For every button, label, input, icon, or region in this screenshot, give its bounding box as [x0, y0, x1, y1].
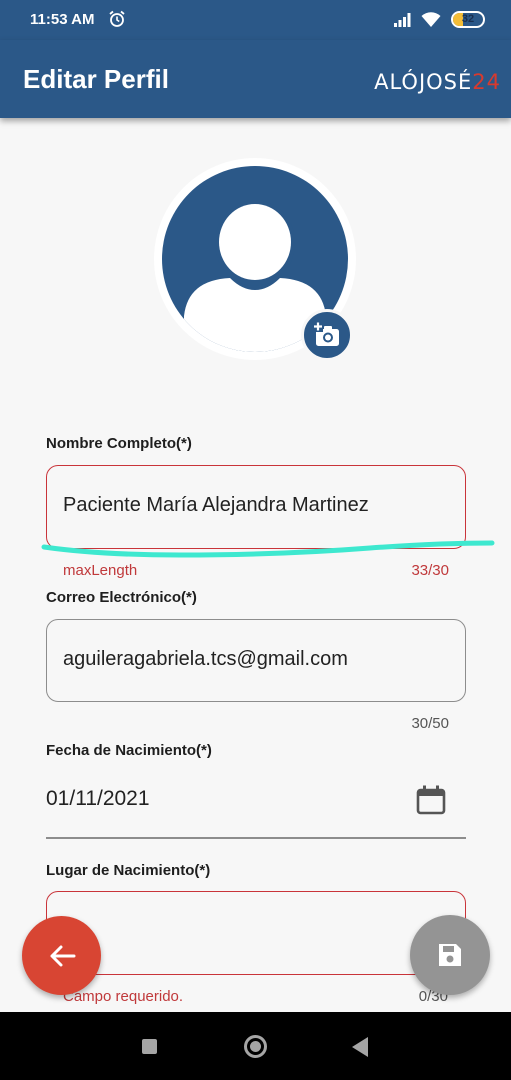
- full-name-label: Nombre Completo(*): [46, 435, 192, 452]
- save-icon: [439, 944, 461, 966]
- email-value: aguileragabriela.tcs@gmail.com: [63, 648, 348, 670]
- nav-back-icon[interactable]: [352, 1037, 368, 1057]
- status-bar: 11:53 AM 32: [0, 0, 511, 40]
- birth-date-label: Fecha de Nacimiento(*): [46, 742, 212, 759]
- logo-number: 24: [472, 70, 501, 94]
- birth-place-error: Campo requerido.: [63, 988, 184, 1005]
- status-time: 11:53 AM: [30, 11, 95, 28]
- signal-icon: [394, 13, 411, 27]
- battery-icon: 32: [451, 11, 485, 28]
- full-name-counter: 33/30: [411, 562, 449, 579]
- add-photo-icon: [313, 322, 339, 346]
- change-photo-button[interactable]: [301, 309, 353, 361]
- logo-text: ALÓJOSÉ: [374, 70, 473, 94]
- full-name-error: maxLength: [63, 562, 138, 579]
- email-field[interactable]: aguileragabriela.tcs@gmail.com: [46, 619, 466, 702]
- email-label: Correo Electrónico(*): [46, 589, 197, 606]
- birth-date-underline: [46, 837, 466, 839]
- system-nav-bar: [0, 1012, 511, 1080]
- calendar-icon[interactable]: [415, 784, 447, 816]
- highlight-scribble: [41, 540, 495, 558]
- home-icon[interactable]: [244, 1035, 267, 1058]
- battery-level: 32: [461, 13, 475, 25]
- save-button[interactable]: [410, 915, 490, 995]
- app-bar: Editar Perfil ALÓJOSÉ 24: [0, 40, 511, 118]
- wifi-icon: [421, 12, 441, 27]
- recents-icon[interactable]: [142, 1039, 157, 1054]
- back-button[interactable]: [22, 916, 101, 995]
- alarm-icon: [109, 10, 125, 27]
- birth-place-label: Lugar de Nacimiento(*): [46, 862, 211, 879]
- email-counter: 30/50: [411, 715, 449, 732]
- birth-place-field[interactable]: [46, 891, 466, 975]
- arrow-back-icon: [50, 945, 75, 966]
- full-name-value: Paciente María Alejandra Martinez: [63, 494, 369, 516]
- page-title: Editar Perfil: [23, 64, 169, 94]
- app-logo: ALÓJOSÉ 24: [371, 67, 501, 97]
- birth-date-value[interactable]: 01/11/2021: [46, 787, 150, 811]
